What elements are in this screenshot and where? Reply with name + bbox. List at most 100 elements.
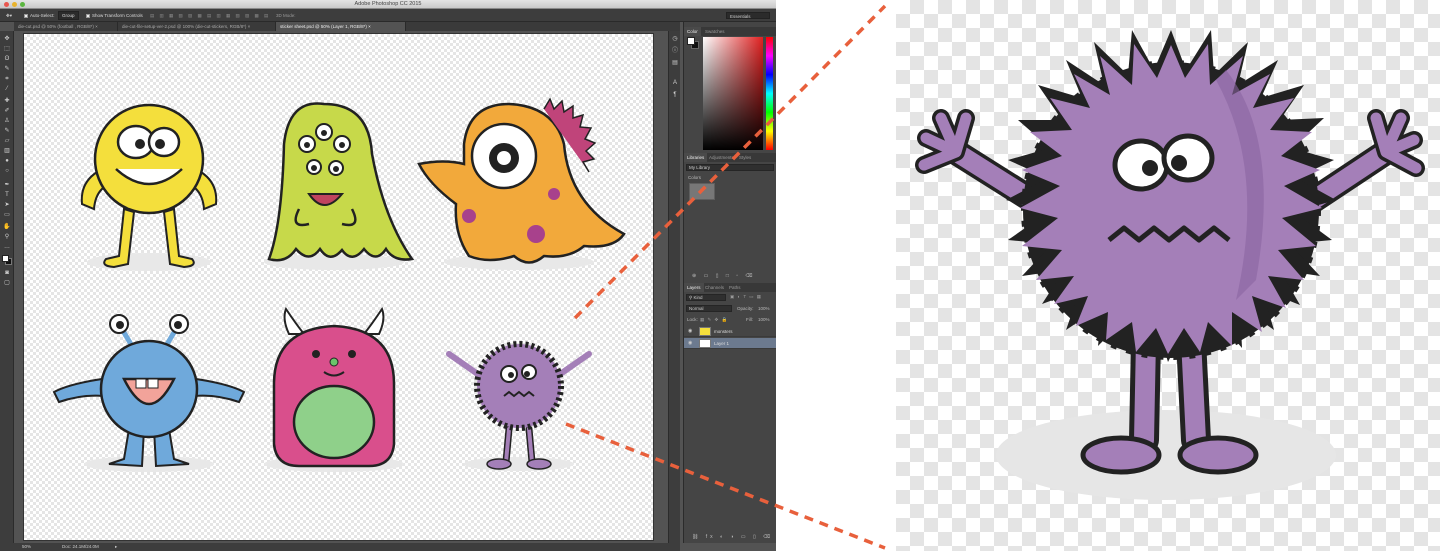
pen-tool-icon[interactable]: ✒: [3, 181, 11, 189]
screen-mode-icon[interactable]: ▢: [3, 279, 11, 287]
crop-tool-icon[interactable]: ⌗: [3, 75, 11, 83]
library-dropdown[interactable]: My Library: [686, 164, 774, 171]
history-brush-tool-icon[interactable]: ✎: [3, 127, 11, 135]
zoom-tool-icon[interactable]: ⚲: [3, 233, 11, 241]
pink-monster: [264, 306, 404, 472]
tab-adjustments[interactable]: Adjustments: [706, 153, 737, 162]
zoomed-detail-panel: [896, 0, 1440, 551]
move-tool-icon[interactable]: ✥: [3, 35, 11, 43]
shape-tool-icon[interactable]: ▭: [3, 211, 11, 219]
yellow-monster: [80, 103, 218, 271]
status-bar: 50% Doc: 24.1M/24.0M ▸: [0, 543, 680, 551]
tab-swatches[interactable]: Swatches: [702, 27, 728, 36]
paragraph-icon[interactable]: ¶: [671, 91, 679, 99]
type-tool-icon[interactable]: T: [3, 191, 11, 199]
visibility-eye-icon[interactable]: ◉: [688, 340, 692, 346]
tab-paths[interactable]: Paths: [726, 283, 744, 292]
purple-monster: [446, 341, 592, 471]
color-panel-tabs: Color Swatches: [684, 27, 776, 36]
history-icon[interactable]: ◷: [671, 35, 679, 43]
photoshop-window: Adobe Photoshop CC 2015 ✥▾ Auto-Select: …: [0, 0, 776, 551]
opacity-field[interactable]: 100%: [758, 306, 770, 311]
align-icons[interactable]: ▤ ▥ ▦ ▧ ▨ ▩ ▤ ▥ ▦ ▧ ▨ ▩ ▤: [150, 13, 270, 19]
mode-3d-label: 3D Mode:: [276, 13, 296, 18]
visibility-eye-icon[interactable]: ◉: [688, 328, 692, 334]
canvas-area[interactable]: [14, 31, 660, 543]
path-select-tool-icon[interactable]: ➤: [3, 201, 11, 209]
layer-filter-icons[interactable]: ▣ ◐ T ▭ ▦: [730, 294, 762, 300]
hue-slider[interactable]: [766, 37, 773, 150]
gradient-tool-icon[interactable]: ▥: [3, 147, 11, 155]
hand-tool-icon[interactable]: ✋: [3, 223, 11, 231]
layer-filter-dropdown[interactable]: ⚲ Kind: [686, 294, 726, 301]
layer-name: monsters: [714, 329, 733, 334]
doc-size: Doc: 24.1M/24.0M: [62, 544, 99, 549]
fill-label: Fill:: [746, 317, 753, 322]
character-icon[interactable]: A: [671, 79, 679, 87]
library-footer-icons[interactable]: ⊕ ▭ ▯ □ ▫ ⌫: [684, 273, 776, 281]
orange-monster: [417, 97, 626, 270]
auto-select-dropdown[interactable]: Group: [58, 11, 79, 20]
status-menu-arrow-icon[interactable]: ▸: [115, 544, 117, 550]
layer-thumbnail: [699, 327, 711, 336]
layer-row[interactable]: ◉ monsters: [684, 326, 776, 337]
library-color-swatch[interactable]: [689, 183, 715, 200]
dodge-tool-icon[interactable]: ○: [3, 167, 11, 175]
document-tab[interactable]: die-cut-file-setup-ver-2.psd @ 100% (die…: [118, 22, 276, 31]
blue-monster: [52, 314, 246, 472]
zoom-level[interactable]: 50%: [22, 544, 31, 549]
foreground-color-swatch[interactable]: [2, 255, 9, 262]
fur-body: [1006, 30, 1336, 362]
toolbox: ✥ ⬚ ʘ ✎ ⌗ ⁄ ✚ ✐ ♙ ✎ ▱ ▥ ● ○ ✒ T ➤ ▭ ✋ ⚲ …: [0, 31, 14, 543]
options-bar: ✥▾ Auto-Select: Group Show Transform Con…: [0, 9, 776, 22]
tab-styles[interactable]: Styles: [736, 153, 754, 162]
color-picker-field[interactable]: [703, 37, 763, 150]
window-title: Adobe Photoshop CC 2015: [354, 1, 422, 7]
layer-row-selected[interactable]: ◉ Layer 1: [684, 338, 776, 349]
clone-stamp-tool-icon[interactable]: ♙: [3, 117, 11, 125]
brush-tool-icon[interactable]: ✐: [3, 107, 11, 115]
tab-color[interactable]: Color: [684, 27, 701, 36]
lock-label: Lock:: [687, 317, 698, 322]
quick-mask-icon[interactable]: ◙: [3, 269, 11, 277]
properties-icon[interactable]: ▤: [671, 59, 679, 67]
opacity-label: Opacity:: [737, 306, 754, 311]
info-icon[interactable]: ⓘ: [671, 47, 679, 55]
tab-libraries[interactable]: Libraries: [684, 153, 708, 162]
green-monster: [264, 102, 415, 270]
color-panel-foreground-swatch[interactable]: [687, 37, 695, 45]
document-tab-active[interactable]: sticker sheet.psd @ 50% (Layer 1, RGB/8*…: [276, 22, 406, 31]
sticker-artwork: [52, 97, 626, 472]
blend-mode-dropdown[interactable]: Normal: [686, 305, 732, 312]
panel-column: Color Swatches Libraries Adjustments Sty…: [683, 22, 776, 543]
document-canvas[interactable]: [23, 33, 654, 541]
library-section-label: Colors: [688, 175, 702, 180]
eraser-tool-icon[interactable]: ▱: [3, 137, 11, 145]
tab-channels[interactable]: Channels: [702, 283, 727, 292]
lasso-tool-icon[interactable]: ʘ: [3, 55, 11, 63]
document-tabs: die-cut.psd @ 50% (football , RGB/8*) × …: [14, 22, 680, 31]
layers-footer-icons[interactable]: ⛓ fx ◐ ◑ ▭ ▯ ⌫: [684, 534, 776, 542]
ground-shadow: [996, 410, 1336, 500]
quick-select-tool-icon[interactable]: ✎: [3, 65, 11, 73]
blur-tool-icon[interactable]: ●: [3, 157, 11, 165]
lock-icons[interactable]: ▦ ✎ ✥ 🔒: [700, 317, 728, 323]
title-bar: Adobe Photoshop CC 2015: [0, 0, 776, 9]
left-eye: [1112, 138, 1170, 192]
workspace-dropdown[interactable]: Essentials: [726, 12, 770, 19]
document-tab[interactable]: die-cut.psd @ 50% (football , RGB/8*) ×: [14, 22, 118, 31]
more-tools-icon[interactable]: …: [3, 243, 11, 251]
move-tool-icon[interactable]: ✥▾: [6, 13, 12, 19]
auto-select-label: Auto-Select:: [30, 13, 55, 18]
show-transform-checkbox[interactable]: Show Transform Controls: [86, 13, 143, 18]
right-eye: [1161, 133, 1215, 183]
fill-field[interactable]: 100%: [758, 317, 770, 322]
layer-thumbnail: [699, 339, 711, 348]
purple-monster-closeup: [915, 30, 1425, 500]
auto-select-checkbox[interactable]: Auto-Select:: [24, 13, 55, 18]
tab-layers[interactable]: Layers: [684, 283, 704, 292]
marquee-tool-icon[interactable]: ⬚: [3, 45, 11, 53]
healing-brush-tool-icon[interactable]: ✚: [3, 97, 11, 105]
eyedropper-tool-icon[interactable]: ⁄: [3, 85, 11, 93]
layer-name: Layer 1: [714, 341, 730, 346]
